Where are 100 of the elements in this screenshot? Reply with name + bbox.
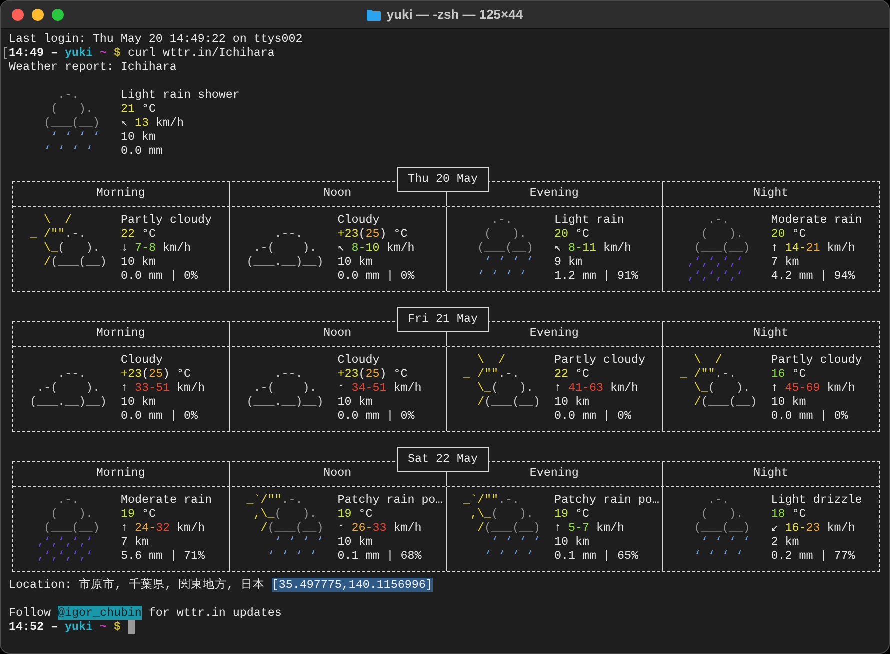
period-header: Evening bbox=[530, 465, 579, 482]
location-text: Location: 市原市, 千葉県, 関東地方, 日本 bbox=[9, 578, 265, 592]
weather-ascii-art: \ / _ /"".-. \_( ). /(___(__) bbox=[679, 353, 758, 409]
precipitation-reading: 0.0 mm | 0% bbox=[121, 409, 198, 423]
wind-reading: ↙ 16-23 km/h bbox=[771, 521, 856, 535]
weather-condition: Partly cloudy bbox=[121, 213, 212, 227]
follow-text: Follow bbox=[9, 606, 51, 620]
shell-prompt: 14:52 – yuki ~ $ bbox=[9, 620, 121, 634]
temperature-reading: 19 °C bbox=[121, 507, 156, 521]
shell-prompt: 14:49 – yuki ~ $ bbox=[9, 46, 121, 60]
report-title: Weather report: Ichihara bbox=[9, 60, 177, 74]
weather-condition: Moderate rain bbox=[121, 493, 212, 507]
precipitation-reading: 0.1 mm | 68% bbox=[338, 549, 422, 563]
precipitation-reading: 0.1 mm | 65% bbox=[554, 549, 638, 563]
temperature-reading: 16 °C bbox=[771, 367, 806, 381]
weather-condition: Partly cloudy bbox=[554, 353, 646, 367]
visibility-reading: 2 km bbox=[771, 535, 800, 549]
weather-ascii-art: \ / _ /"".-. \_( ). /(___(__) bbox=[462, 353, 540, 409]
weather-condition: Patchy rain po… bbox=[554, 493, 660, 507]
period-header: Night bbox=[754, 325, 789, 342]
command-text: curl wttr.in/Ichihara bbox=[128, 46, 275, 60]
wind-reading: ↑ 34-51 km/h bbox=[338, 381, 422, 395]
visibility-reading: 10 km bbox=[771, 395, 806, 409]
weather-ascii-art: .--. .-( ). (___.__)__) bbox=[246, 367, 324, 409]
weather-ascii-art: .--. .-( ). (___.__)__) bbox=[28, 367, 107, 409]
visibility-reading: 10 km bbox=[121, 395, 156, 409]
weather-condition: Light rain bbox=[554, 213, 624, 227]
visibility-reading: 7 km bbox=[771, 255, 800, 269]
temperature-reading: 20 °C bbox=[554, 227, 590, 241]
minimize-button[interactable] bbox=[32, 8, 44, 20]
weather-ascii-art: \ / _ /"".-. \_( ). /(___(__) bbox=[28, 213, 107, 269]
wind-reading: ↑ 45-69 km/h bbox=[771, 381, 856, 395]
temperature-reading: +23(25) °C bbox=[338, 227, 408, 241]
temperature-reading: 19 °C bbox=[338, 507, 373, 521]
precipitation-reading: 4.2 mm | 94% bbox=[771, 269, 856, 283]
coordinates-text: [35.497775,140.1156996] bbox=[272, 578, 433, 592]
weather-ascii-art: .-. ( ). (___(__) ‚‘‚‘‚‘‚‘ ‚‘‚‘‚‘‚‘ bbox=[36, 493, 100, 563]
period-header: Morning bbox=[96, 465, 146, 482]
period-header: Noon bbox=[324, 325, 352, 342]
login-line: Last login: Thu May 20 14:49:22 on ttys002 bbox=[9, 32, 303, 46]
visibility-reading: 7 km bbox=[121, 535, 149, 549]
visibility-reading: 9 km bbox=[554, 255, 582, 269]
period-header: Evening bbox=[530, 185, 579, 202]
temperature-reading: +23(25) °C bbox=[338, 367, 408, 381]
period-header: Evening bbox=[530, 325, 579, 342]
temperature-reading: 20 °C bbox=[771, 227, 806, 241]
precipitation-reading: 0.0 mm | 0% bbox=[554, 409, 632, 423]
date-label: Sat 22 May bbox=[397, 447, 489, 472]
wind-reading: ↑ 5-7 km/h bbox=[554, 521, 624, 535]
visibility-reading: 10 km bbox=[338, 395, 373, 409]
weather-ascii-art: _`/"".-. ,\_( ). /(___(__) ‘ ‘ ‘ ‘ ‘ ‘ ‘ ‘ bbox=[462, 493, 540, 563]
period-header: Night bbox=[754, 185, 789, 202]
visibility-reading: 10 km bbox=[554, 535, 590, 549]
temperature-reading: 22 °C bbox=[121, 227, 156, 241]
folder-icon bbox=[366, 8, 381, 20]
temperature-reading: 22 °C bbox=[554, 367, 590, 381]
period-header: Night bbox=[754, 465, 789, 482]
wind-reading: ↖ 13 km/h bbox=[121, 116, 184, 130]
precipitation-reading: 0.0 mm bbox=[121, 144, 163, 158]
wind-reading: ↑ 33-51 km/h bbox=[121, 381, 205, 395]
period-header: Noon bbox=[324, 185, 352, 202]
visibility-reading: 10 km bbox=[338, 535, 373, 549]
visibility-reading: 10 km bbox=[338, 255, 373, 269]
weather-ascii-art: _`/"".-. ,\_( ). /(___(__) ‘ ‘ ‘ ‘ ‘ ‘ ‘ ‘ bbox=[246, 493, 324, 563]
weather-condition: Cloudy bbox=[338, 353, 380, 367]
weather-ascii-art: .--. .-( ). (___.__)__) bbox=[246, 227, 324, 269]
precipitation-reading: 1.2 mm | 91% bbox=[554, 269, 638, 283]
weather-condition: Cloudy bbox=[338, 213, 380, 227]
wind-reading: ↓ 7-8 km/h bbox=[121, 241, 191, 255]
precipitation-reading: 0.0 mm | 0% bbox=[771, 409, 848, 423]
follow-text: for wttr.in updates bbox=[148, 606, 282, 620]
weather-ascii-art: .-. ( ). (___(__) ‘ ‘ ‘ ‘ ‘ ‘ ‘ ‘ bbox=[476, 213, 534, 283]
wind-reading: ↑ 14-21 km/h bbox=[771, 241, 856, 255]
temperature-reading: 18 °C bbox=[771, 507, 806, 521]
weather-condition: Light rain shower bbox=[121, 88, 240, 102]
period-header: Noon bbox=[324, 465, 352, 482]
window-title: yuki — -zsh — 125×44 bbox=[386, 6, 524, 24]
wind-reading: ↑ 24-32 km/h bbox=[121, 521, 205, 535]
date-label: Thu 20 May bbox=[397, 167, 489, 192]
weather-ascii-art: .-. ( ). (___(__) ‚‘‚‘‚‘‚‘ ‚‘‚‘‚‘‚‘ bbox=[686, 213, 750, 283]
text-cursor bbox=[128, 620, 135, 634]
wind-reading: ↑ 41-63 km/h bbox=[554, 381, 638, 395]
visibility-reading: 10 km bbox=[121, 130, 156, 144]
visibility-reading: 10 km bbox=[121, 255, 156, 269]
weather-ascii-art: .-. ( ). (___(__) ‘ ‘ ‘ ‘ ‘ ‘ ‘ ‘ bbox=[42, 88, 100, 158]
temperature-reading: 21 °C bbox=[121, 102, 156, 116]
period-header: Morning bbox=[96, 185, 146, 202]
zoom-button[interactable] bbox=[52, 8, 64, 20]
weather-condition: Patchy rain po… bbox=[338, 493, 443, 507]
precipitation-reading: 0.2 mm | 77% bbox=[771, 549, 856, 563]
wind-reading: ↖ 8-11 km/h bbox=[554, 241, 632, 255]
weather-ascii-art: .-. ( ). (___(__) ‘ ‘ ‘ ‘ ‘ ‘ ‘ ‘ bbox=[693, 493, 750, 563]
temperature-reading: +23(25) °C bbox=[121, 367, 191, 381]
period-header: Morning bbox=[96, 325, 146, 342]
twitter-handle-link[interactable]: @igor_chubin bbox=[58, 606, 142, 620]
visibility-reading: 10 km bbox=[554, 395, 590, 409]
close-button[interactable] bbox=[12, 8, 24, 20]
precipitation-reading: 0.0 mm | 0% bbox=[338, 269, 415, 283]
weather-condition: Partly cloudy bbox=[771, 353, 862, 367]
wind-reading: ↖ 8-10 km/h bbox=[338, 241, 415, 255]
